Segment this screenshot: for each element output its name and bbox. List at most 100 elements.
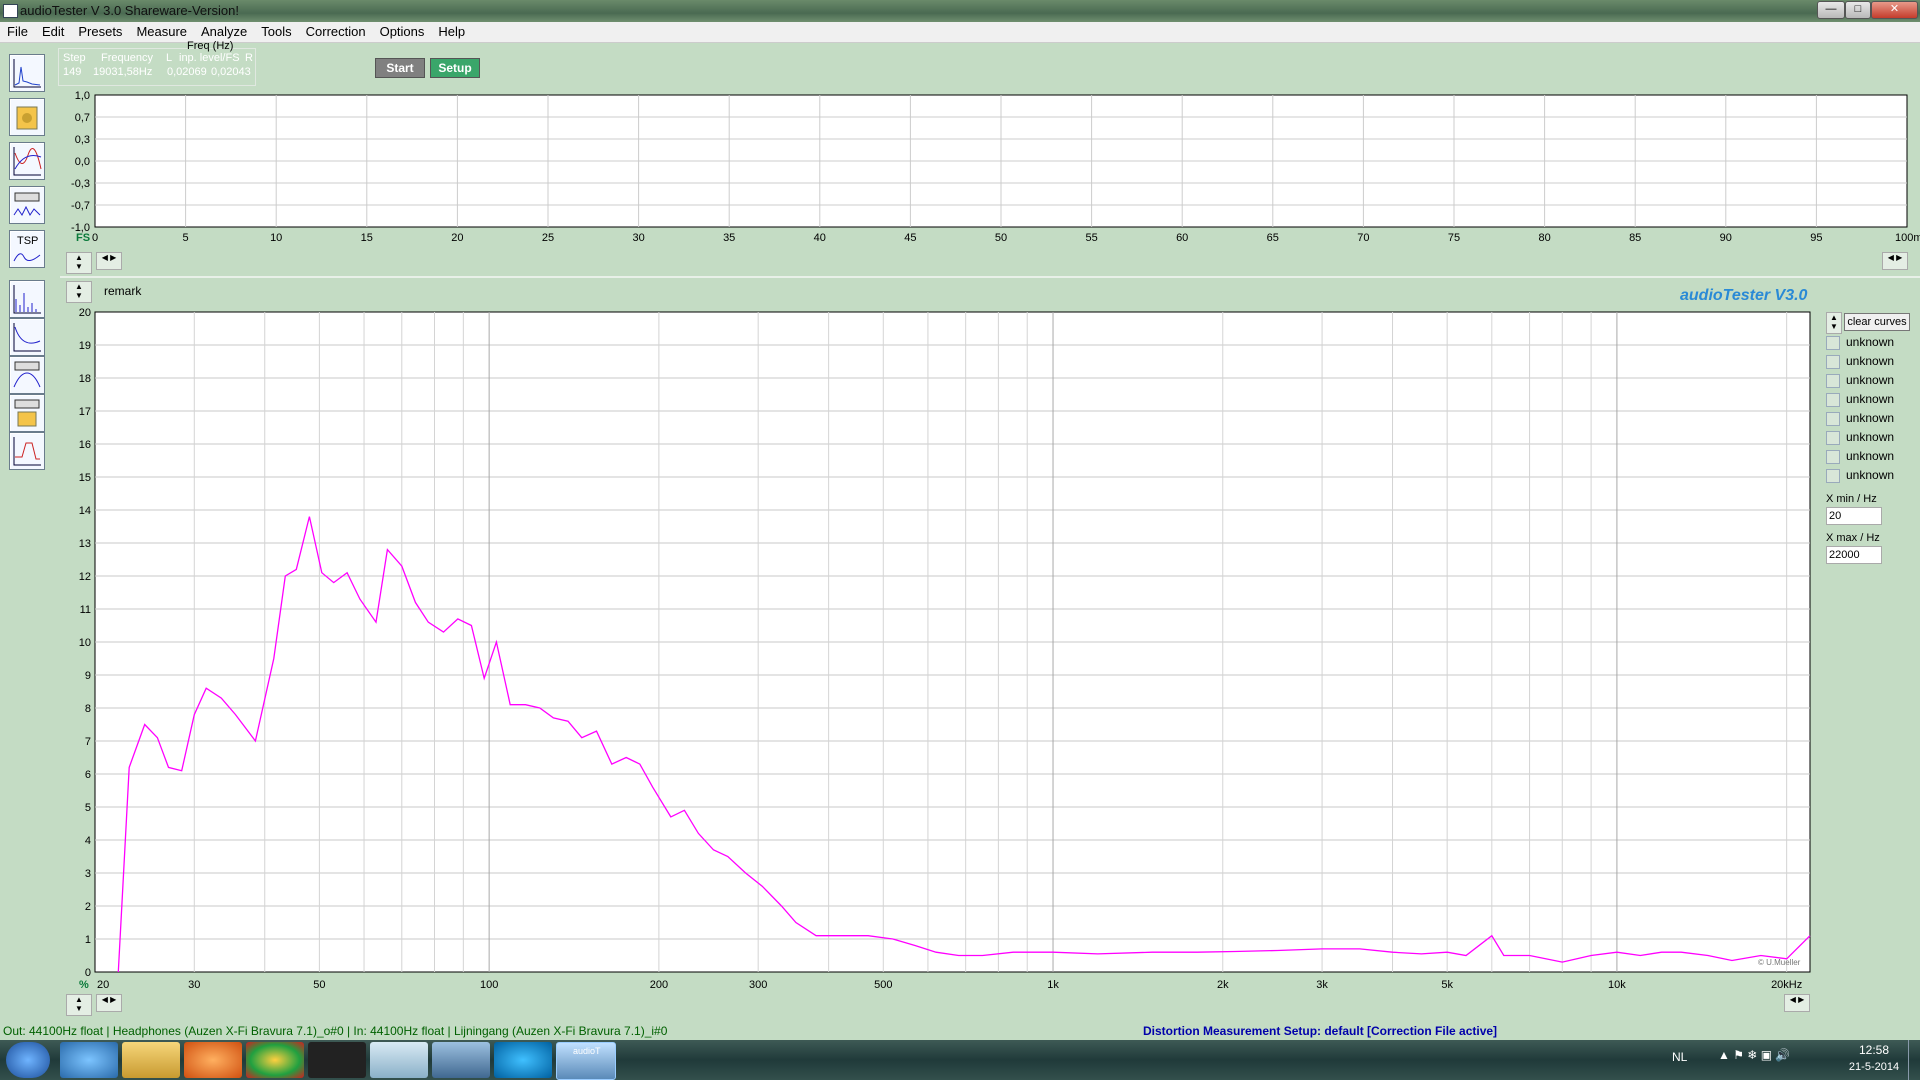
- scope-scroll-right-buttons[interactable]: ◀ ▶: [1882, 252, 1908, 270]
- legend-curve-label: unknown: [1846, 392, 1895, 406]
- scope-x-tick-label: 65: [1267, 232, 1279, 244]
- media-player-icon[interactable]: [184, 1042, 242, 1078]
- distortion-chart: 2019181716151413121110987654321020 30 50 10…: [79, 307, 1811, 990]
- menu-tools[interactable]: Tools: [254, 22, 298, 41]
- left-channel-header: L: [166, 52, 173, 64]
- scope-x-tick-label: 60: [1176, 232, 1188, 244]
- distortion-x-tick-label: 200: [650, 979, 668, 990]
- panel-divider: [60, 276, 1920, 278]
- distortion-x-tick-label: 20kHz: [1771, 979, 1802, 990]
- menu-measure[interactable]: Measure: [129, 22, 194, 41]
- legend-checkbox[interactable]: [1826, 374, 1840, 388]
- scope-x-tick-label: 75: [1448, 232, 1460, 244]
- distortion-scroll-buttons[interactable]: ◀ ▶: [96, 994, 122, 1012]
- chrome-icon[interactable]: [246, 1042, 304, 1078]
- scope-x-tick-label: 45: [904, 232, 916, 244]
- menu-correction[interactable]: Correction: [299, 22, 373, 41]
- distortion-y-tick-label: 6: [85, 769, 91, 781]
- legend-checkbox[interactable]: [1826, 450, 1840, 464]
- menu-file[interactable]: File: [0, 22, 35, 41]
- distortion-y-tick-label: 11: [80, 604, 91, 616]
- itunes-icon[interactable]: [494, 1042, 552, 1078]
- xmin-input[interactable]: [1826, 507, 1882, 525]
- right-level-value: 0,02043: [211, 66, 251, 78]
- scope-x-tick-label: 10: [270, 232, 282, 244]
- distortion-y-tick-label: 13: [79, 538, 91, 550]
- legend-spinner[interactable]: ▲ ▼: [1826, 312, 1842, 334]
- file-explorer-icon[interactable]: [122, 1042, 180, 1078]
- windows-app-icon[interactable]: [432, 1042, 490, 1078]
- legend-checkbox[interactable]: [1826, 336, 1840, 350]
- menu-help[interactable]: Help: [431, 22, 472, 41]
- scope-zoom-spinner[interactable]: ▲ ▼: [66, 252, 92, 274]
- distortion-x-zoom-spinner[interactable]: ▲ ▼: [66, 994, 92, 1016]
- scope-x-tick-label: 95: [1810, 232, 1822, 244]
- frequency-value: 19031,58Hz: [93, 66, 153, 78]
- distortion-y-tick-label: 18: [79, 373, 91, 385]
- scope-y-tick-label: 0,7: [75, 112, 90, 124]
- scope-x-tick-label: 80: [1538, 232, 1550, 244]
- distortion-y-tick-label: 16: [79, 439, 91, 451]
- scope-x-tick-label: 55: [1085, 232, 1097, 244]
- distortion-x-tick-label: 10k: [1608, 979, 1626, 990]
- step-value: 149: [63, 66, 82, 78]
- show-desktop-button[interactable]: [1908, 1040, 1920, 1080]
- clear-curves-button[interactable]: clear curves: [1844, 313, 1910, 331]
- language-indicator[interactable]: NL: [1672, 1050, 1687, 1064]
- distortion-y-unit-label: %: [79, 979, 89, 990]
- start-button[interactable]: Start: [375, 58, 425, 78]
- distortion-x-tick-label: 5k: [1441, 979, 1453, 990]
- distortion-y-tick-label: 17: [79, 406, 91, 418]
- right-channel-header: R: [245, 52, 253, 64]
- spectrum-tool-icon[interactable]: [9, 54, 45, 92]
- distortion-x-tick-label: 500: [874, 979, 892, 990]
- legend-checkbox[interactable]: [1826, 412, 1840, 426]
- distortion-y-tick-label: 4: [85, 835, 91, 847]
- internet-explorer-icon[interactable]: [60, 1042, 118, 1078]
- distortion-y-tick-label: 3: [85, 868, 91, 880]
- menu-edit[interactable]: Edit: [35, 22, 71, 41]
- clock-date[interactable]: 21-5-2014: [1844, 1061, 1904, 1073]
- close-button[interactable]: ✕: [1871, 1, 1918, 19]
- menu-analyze[interactable]: Analyze: [194, 22, 254, 41]
- scope-scroll-buttons[interactable]: ◀ ▶: [96, 252, 122, 270]
- audiotester-taskbar-label: audioT: [573, 1046, 601, 1056]
- distortion-y-tick-label: 20: [79, 307, 91, 319]
- legend-checkbox[interactable]: [1826, 355, 1840, 369]
- scope-y-tick-label: -0,3: [71, 178, 90, 190]
- tray-icons[interactable]: ▲ ⚑ ❄ ▣ 🔊: [1718, 1048, 1790, 1062]
- setup-button[interactable]: Setup: [430, 58, 480, 78]
- legend-checkbox[interactable]: [1826, 431, 1840, 445]
- remark-label: remark: [104, 284, 142, 298]
- legend-curve-label: unknown: [1846, 430, 1895, 444]
- scope-x-tick-label: 25: [542, 232, 554, 244]
- distortion-y-tick-label: 12: [79, 571, 91, 583]
- xmax-input[interactable]: [1826, 546, 1882, 564]
- distortion-x-tick-label: 100: [480, 979, 498, 990]
- menu-presets[interactable]: Presets: [71, 22, 129, 41]
- distortion-x-tick-label: 20: [97, 979, 109, 990]
- scope-x-tick-label: 0: [92, 232, 98, 244]
- legend-checkbox[interactable]: [1826, 469, 1840, 483]
- legend-checkbox[interactable]: [1826, 393, 1840, 407]
- maximize-button[interactable]: □: [1845, 1, 1871, 19]
- audiotester-taskbar-item[interactable]: audioT: [556, 1042, 616, 1080]
- scope-y-tick-label: -0,7: [71, 200, 90, 212]
- scope-x-tick-label: 100ms: [1895, 232, 1920, 244]
- distortion-y-tick-label: 2: [85, 901, 91, 913]
- menu-bar: File Edit Presets Measure Analyze Tools Correc…: [0, 22, 1920, 43]
- distortion-x-tick-label: 30: [188, 979, 200, 990]
- measurement-info-box: Step Frequency L Freq (Hz) inp. level/FS…: [58, 40, 256, 86]
- notes-icon[interactable]: [370, 1042, 428, 1078]
- window-title: audioTester V 3.0 Shareware-Version!: [20, 3, 239, 18]
- clock-time[interactable]: 12:58: [1852, 1043, 1896, 1057]
- distortion-scroll-right-buttons[interactable]: ◀ ▶: [1784, 994, 1810, 1012]
- distortion-y-tick-label: 14: [79, 505, 91, 517]
- minimize-button[interactable]: —: [1817, 1, 1845, 19]
- app-x-icon[interactable]: [308, 1042, 366, 1078]
- menu-options[interactable]: Options: [373, 22, 432, 41]
- start-orb-icon[interactable]: [6, 1042, 50, 1078]
- xmax-label: X max / Hz: [1826, 532, 1880, 544]
- scope-x-tick-label: 15: [361, 232, 373, 244]
- legend-curve-label: unknown: [1846, 449, 1895, 463]
